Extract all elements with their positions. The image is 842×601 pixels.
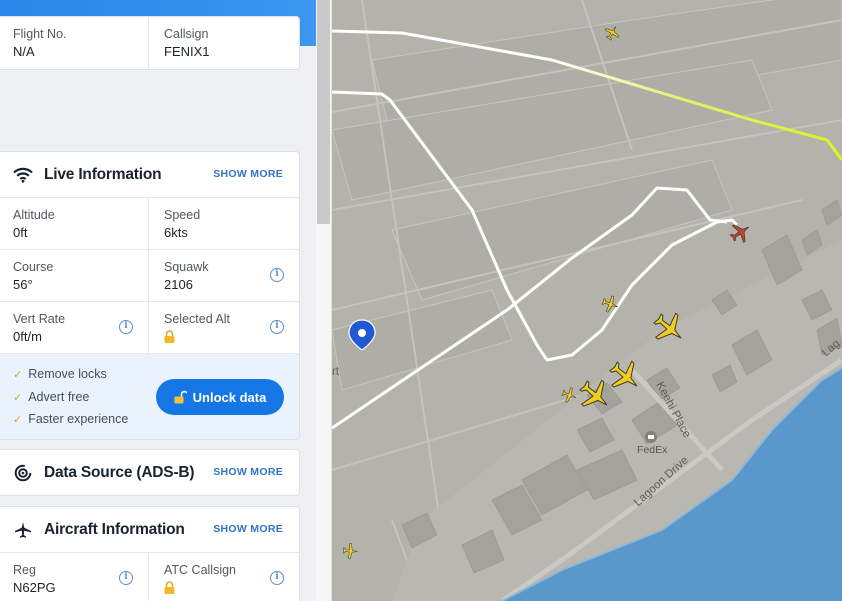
selected-alt-info-icon[interactable]: i [270,320,284,334]
check-icon: ✓ [13,369,23,381]
course-cell: Course 56° [0,250,148,301]
unlock-icon [174,390,187,404]
flight-details-panel: Flight No. N/A Callsign FENIX1 Live Info… [0,0,316,601]
squawk-cell: Squawk 2106 i [148,250,299,301]
data-source-header: Data Source (ADS-B) SHOW MORE [0,450,299,495]
benefits-list: ✓ Remove locks ✓ Advert free ✓ Faster exper… [13,367,128,435]
map-partial-label: rt [332,366,340,378]
atc-callsign-info-icon[interactable]: i [270,571,284,585]
aircraft-information-header: Aircraft Information SHOW MORE [0,507,299,552]
data-source-show-more[interactable]: SHOW MORE [213,466,283,478]
benefit-item: ✓ Advert free [13,389,90,404]
aircraft-information-show-more[interactable]: SHOW MORE [213,523,283,535]
airplane-icon [13,520,33,540]
squawk-info-icon[interactable]: i [270,268,284,282]
reg-info-icon[interactable]: i [119,571,133,585]
live-information-show-more[interactable]: SHOW MORE [213,168,283,180]
lock-icon[interactable] [164,330,175,348]
unlock-promo: ✓ Remove locks ✓ Advert free ✓ Faster exper… [0,353,299,439]
wifi-icon [13,165,33,185]
altitude-cell: Altitude 0ft [0,198,148,249]
callsign-value: FENIX1 [164,44,210,59]
vert-rate-cell: Vert Rate 0ft/m i [0,302,148,353]
signal-source-icon [13,463,33,483]
selected-alt-cell: Selected Alt i [148,302,299,353]
aircraft-information-title: Aircraft Information [44,520,185,538]
map-canvas[interactable] [332,0,842,601]
flight-no-value: N/A [13,44,35,59]
callsign-label: Callsign [164,27,209,41]
lock-icon[interactable] [164,581,175,599]
speed-cell: Speed 6kts [148,198,299,249]
live-information-card: Live Information SHOW MORE Altitude 0ft … [0,151,300,440]
data-source-card: Data Source (ADS-B) SHOW MORE [0,449,300,496]
altitude-label: Altitude [13,208,55,222]
altitude-value: 0ft [13,225,28,240]
speed-value: 6kts [164,225,188,240]
data-source-title: Data Source (ADS-B) [44,463,195,481]
aircraft-information-card: Aircraft Information SHOW MORE Reg N62PG… [0,506,300,601]
fedex-poi-icon [645,431,657,443]
live-information-title: Live Information [44,165,162,183]
fedex-poi-label: FedEx [637,444,668,456]
panel-scrollbar-thumb[interactable] [317,0,330,224]
reg-cell: Reg N62PG i [0,553,148,601]
unlock-data-button[interactable]: Unlock data [156,379,284,415]
check-icon: ✓ [13,391,23,404]
flight-no-cell: Flight No. N/A [0,17,148,69]
callsign-cell: Callsign FENIX1 [148,17,299,69]
benefit-item: ✓ Remove locks [13,367,107,381]
speed-label: Speed [164,208,201,222]
benefit-item: ✓ Faster experience [13,412,129,426]
atc-callsign-cell: ATC Callsign i [148,553,299,601]
live-information-header: Live Information SHOW MORE [0,152,299,197]
check-icon: ✓ [13,414,23,426]
course-label: Course [13,260,54,274]
unlock-data-label: Unlock data [192,389,267,405]
flight-map[interactable]: Keehi Place Lagoon Drive Lag rt FedEx [332,0,842,601]
course-value: 56° [13,277,33,292]
flight-no-label: Flight No. [13,27,67,41]
vert-rate-info-icon[interactable]: i [119,320,133,334]
flight-card: Flight No. N/A Callsign FENIX1 [0,16,300,70]
